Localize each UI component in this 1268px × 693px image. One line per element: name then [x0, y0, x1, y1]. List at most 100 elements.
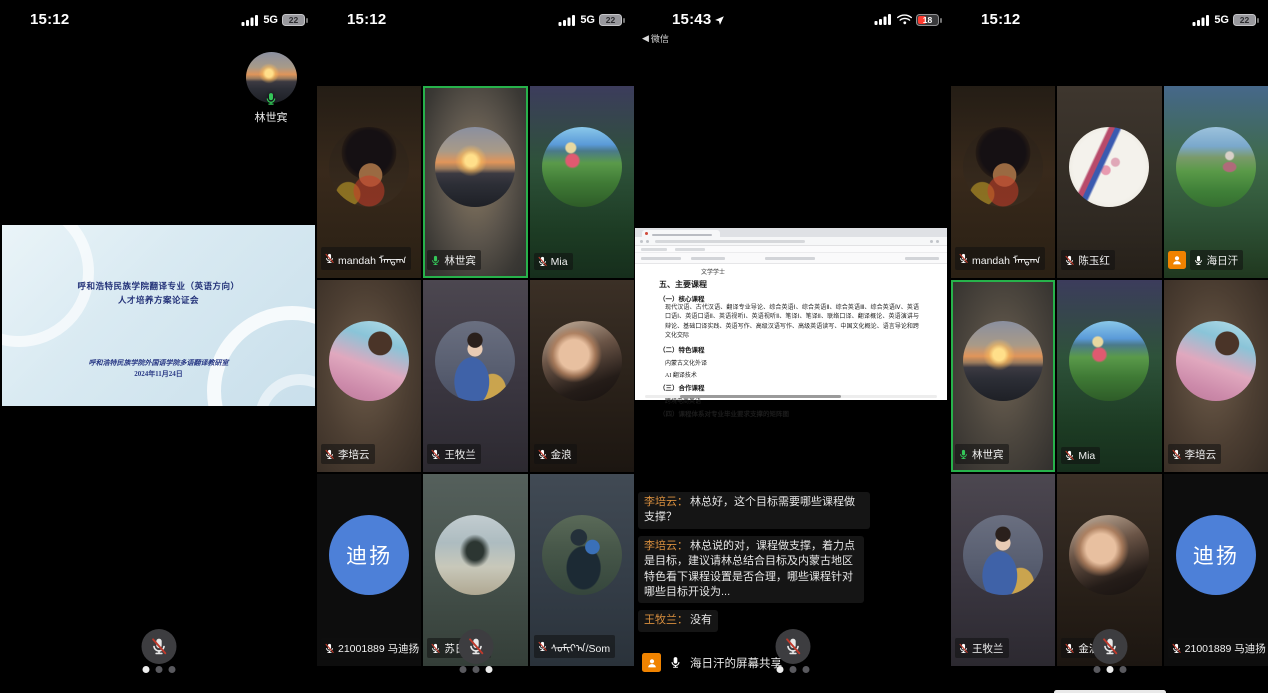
participant-tile-active-speaker[interactable]: 林世宾 — [951, 280, 1055, 472]
slide-footer: 呼和浩特民族学院外国语学院多语翻译教研室 2024年11月24日 — [2, 358, 315, 379]
participant-tile[interactable]: 迪扬 21001889 马迪扬 — [317, 474, 421, 666]
participant-name: 21001889 马迪扬 — [338, 641, 419, 656]
doc-line: 文学学士 — [701, 267, 929, 276]
share-indicator-label: 海日汗的屏幕共享 — [690, 655, 782, 671]
status-bar: 15:43 ◀ 微信 18 — [634, 10, 951, 34]
doc-subheading: （一）核心课程 — [659, 293, 929, 303]
pager-dots[interactable] — [776, 666, 809, 673]
pager-dot[interactable] — [472, 666, 479, 673]
person-icon — [1168, 251, 1186, 269]
pager-dots[interactable] — [142, 666, 175, 673]
self-view-thumbnail[interactable]: 林世宾 — [243, 52, 299, 125]
participant-tile[interactable]: mandah ᠮᠠᠨᠳᠠᠬ — [951, 86, 1055, 278]
mic-on-icon — [958, 449, 969, 460]
avatar — [1176, 127, 1256, 207]
screen-share-indicator-bar: 海日汗的屏幕共享 — [642, 653, 782, 672]
mic-muted-icon — [324, 449, 335, 460]
browser-tab-bar — [635, 228, 947, 237]
pager-dots[interactable] — [459, 666, 492, 673]
tab-favicon — [645, 232, 648, 235]
pager-dot[interactable] — [485, 666, 492, 673]
document-scrollbar[interactable] — [645, 395, 937, 398]
mute-button[interactable] — [458, 629, 493, 664]
participant-tile-sharing[interactable]: 海日汗 — [1164, 86, 1268, 278]
participant-tile[interactable]: mandah ᠮᠠᠨᠳᠠᠬ — [317, 86, 421, 278]
name-label: 21001889 马迪扬 — [321, 638, 420, 658]
network-label: 5G — [263, 14, 278, 26]
pager-dot[interactable] — [155, 666, 162, 673]
status-time: 15:12 — [981, 11, 1020, 28]
battery-level: 22 — [283, 15, 304, 25]
avatar — [542, 127, 622, 207]
signal-icon — [874, 14, 892, 25]
participant-tile[interactable]: Mia — [1057, 280, 1161, 472]
participant-tile[interactable]: 李培云 — [317, 280, 421, 472]
back-to-app-indicator[interactable]: ◀ 微信 — [642, 32, 669, 45]
participant-name: mandah ᠮᠠᠨᠳᠠᠬ — [338, 250, 406, 268]
participant-tile[interactable]: 李培云 — [1164, 280, 1268, 472]
mic-muted-icon — [1100, 637, 1119, 656]
signal-icon — [558, 15, 576, 26]
pager-dot[interactable] — [1093, 666, 1100, 673]
doc-subheading: （二）特色课程 — [659, 344, 929, 354]
avatar — [435, 515, 515, 595]
participant-grid: mandah ᠮᠠᠨᠳᠠᠬ 林世宾 Mia — [317, 86, 634, 666]
status-time: 15:43 — [672, 11, 725, 28]
participant-tile[interactable]: 王牧兰 — [423, 280, 527, 472]
participant-tile[interactable]: 金浪 — [530, 280, 634, 472]
participant-tile[interactable]: 迪扬 21001889 马迪扬 — [1164, 474, 1268, 666]
name-label: 李培云 — [321, 444, 375, 464]
participant-name: 李培云 — [338, 447, 370, 462]
mic-muted-icon — [537, 641, 548, 652]
pager-dot[interactable] — [142, 666, 149, 673]
name-label: 王牧兰 — [427, 444, 481, 464]
pager-dot[interactable] — [1119, 666, 1126, 673]
avatar — [1069, 321, 1149, 401]
participant-tile[interactable]: 王牧兰 — [951, 474, 1055, 666]
pager-dot[interactable] — [1106, 666, 1113, 673]
participant-tile[interactable]: 陈玉红 — [1057, 86, 1161, 278]
avatar — [1069, 127, 1149, 207]
avatar — [435, 321, 515, 401]
mic-muted-icon — [430, 449, 441, 460]
mic-muted-icon — [466, 637, 485, 656]
participant-name: Mia — [551, 256, 568, 268]
participant-name: 王牧兰 — [972, 641, 1004, 656]
avatar — [329, 127, 409, 207]
chat-sender: 李培云： — [644, 540, 688, 552]
mic-on-icon — [1193, 255, 1204, 266]
pager-dot[interactable] — [168, 666, 175, 673]
participant-name: 王牧兰 — [444, 447, 476, 462]
mic-muted-icon — [783, 637, 802, 656]
pager-dot[interactable] — [802, 666, 809, 673]
avatar — [1176, 321, 1256, 401]
pager-dot[interactable] — [789, 666, 796, 673]
mic-muted-icon — [1064, 643, 1075, 654]
presentation-slide: 呼和浩特民族学院翻译专业（英语方向） 人才培养方案论证会 呼和浩特民族学院外国语… — [2, 225, 315, 406]
slide-title: 呼和浩特民族学院翻译专业（英语方向） 人才培养方案论证会 — [2, 280, 315, 307]
mute-button[interactable] — [141, 629, 176, 664]
browser-tab — [642, 230, 720, 237]
chat-sender: 李培云： — [644, 496, 688, 508]
shared-screen-document[interactable]: 文学学士 五、主要课程 （一）核心课程 现代汉语、古代汉语、翻译专业导论、综合英… — [635, 228, 947, 400]
name-label: 王牧兰 — [955, 638, 1009, 658]
participant-tile[interactable]: Mia — [530, 86, 634, 278]
name-label: 林世宾 — [427, 250, 481, 270]
mic-muted-icon — [149, 637, 168, 656]
mute-button[interactable] — [775, 629, 810, 664]
chat-message: 李培云：林总说的对，课程做支撑，着力点是目标，建议请林总结合目标及内蒙古地区特色… — [638, 536, 864, 604]
participant-name: ᠰᠤᠮᠢᠶ᠎ᠠ/Som — [551, 638, 610, 656]
browser-address-bar — [635, 237, 947, 246]
mic-muted-icon — [958, 643, 969, 654]
document-toolbar — [635, 253, 947, 264]
participant-name: 林世宾 — [972, 447, 1004, 462]
pager-dot[interactable] — [459, 666, 466, 673]
name-label: mandah ᠮᠠᠨᠳᠠᠬ — [955, 247, 1045, 270]
participant-tile-active-speaker[interactable]: 林世宾 — [423, 86, 527, 278]
chat-sender: 王牧兰： — [644, 614, 688, 626]
pager-dot[interactable] — [776, 666, 783, 673]
mute-button[interactable] — [1092, 629, 1127, 664]
mic-on-icon — [264, 92, 278, 106]
pager-dots[interactable] — [1093, 666, 1126, 673]
participant-tile[interactable]: ᠰᠤᠮᠢᠶ᠎ᠠ/Som — [530, 474, 634, 666]
